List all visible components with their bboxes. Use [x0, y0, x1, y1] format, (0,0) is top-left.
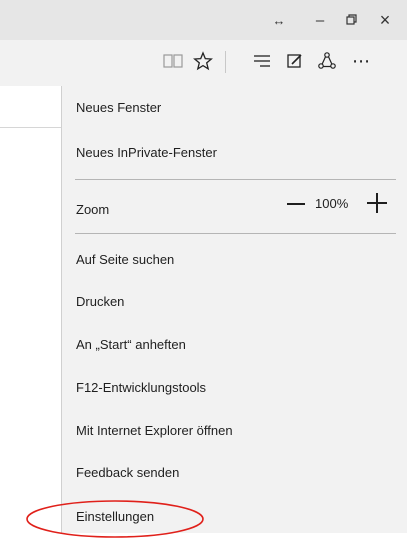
page-content	[0, 86, 61, 533]
zoom-value: 100%	[315, 196, 349, 211]
more-actions-menu: Neues Fenster Neues InPrivate-Fenster Zo…	[61, 86, 407, 533]
share-icon	[318, 52, 336, 69]
menu-item-open-with-internet-explorer[interactable]: Mit Internet Explorer öffnen	[76, 423, 233, 438]
more-icon: ⋯	[352, 50, 370, 71]
favorites-star-icon	[193, 51, 213, 71]
restore-icon	[346, 14, 357, 25]
zoom-label: Zoom	[76, 202, 110, 217]
toolbar-divider	[225, 51, 226, 73]
resize-icon[interactable]: ↔	[264, 0, 294, 40]
zoom-in-button[interactable]	[367, 193, 387, 213]
web-note-button[interactable]	[280, 46, 310, 76]
zoom-out-button[interactable]	[287, 203, 305, 205]
menu-item-new-window[interactable]: Neues Fenster	[76, 100, 161, 115]
menu-item-print[interactable]: Drucken	[76, 294, 124, 309]
hub-button[interactable]	[247, 46, 277, 76]
menu-item-new-inprivate-window[interactable]: Neues InPrivate-Fenster	[76, 145, 217, 160]
title-bar: ↔ – ×	[0, 0, 407, 40]
web-note-icon	[287, 54, 302, 68]
reading-view-button[interactable]	[158, 46, 188, 76]
browser-toolbar: ⋯	[0, 40, 407, 86]
menu-item-find-on-page[interactable]: Auf Seite suchen	[76, 252, 174, 267]
menu-item-send-feedback[interactable]: Feedback senden	[76, 465, 179, 480]
menu-separator	[75, 233, 396, 234]
close-button[interactable]: ×	[365, 0, 405, 40]
page-divider	[0, 127, 61, 128]
more-button[interactable]: ⋯	[346, 46, 376, 76]
menu-item-developer-tools[interactable]: F12-Entwicklungstools	[76, 380, 206, 395]
favorites-button[interactable]	[188, 46, 218, 76]
menu-item-pin-to-start[interactable]: An „Start“ anheften	[76, 337, 186, 352]
highlight-ellipse	[26, 500, 204, 538]
menu-separator	[75, 179, 396, 180]
hub-icon	[254, 55, 270, 67]
share-button[interactable]	[312, 46, 342, 76]
reading-view-icon	[163, 54, 183, 68]
